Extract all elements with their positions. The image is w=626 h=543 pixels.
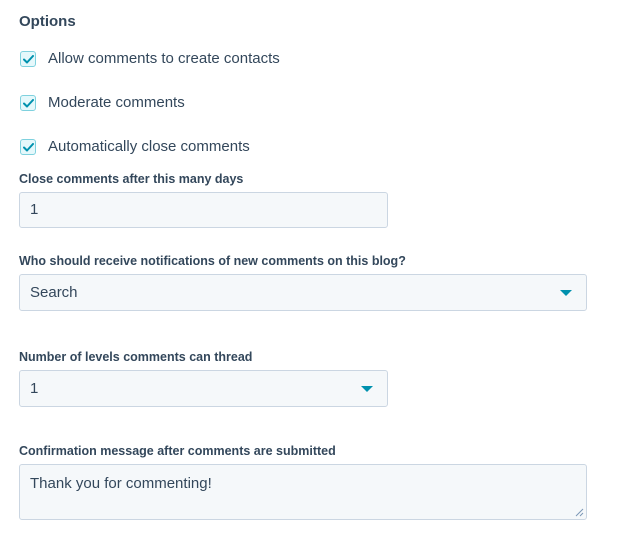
notifications-label: Who should receive notifications of new … xyxy=(19,254,406,268)
check-icon xyxy=(22,98,34,107)
checkbox-checked[interactable] xyxy=(20,95,36,111)
thread-levels-select[interactable]: 1 xyxy=(19,370,388,407)
options-heading: Options xyxy=(19,13,76,30)
confirmation-value: Thank you for commenting! xyxy=(30,475,212,492)
close-days-input[interactable]: 1 xyxy=(19,192,388,228)
checkbox-label: Allow comments to create contacts xyxy=(48,50,280,67)
caret-down-icon xyxy=(361,385,373,392)
close-days-value: 1 xyxy=(30,201,39,218)
thread-levels-label: Number of levels comments can thread xyxy=(19,350,253,364)
check-icon xyxy=(22,142,34,151)
notifications-select[interactable]: Search xyxy=(19,274,587,311)
checkbox-allow-comments-create-contacts[interactable]: Allow comments to create contacts xyxy=(20,49,280,69)
checkbox-automatically-close-comments[interactable]: Automatically close comments xyxy=(20,137,250,157)
confirmation-label: Confirmation message after comments are … xyxy=(19,444,336,458)
resize-handle-icon[interactable] xyxy=(575,508,584,517)
notifications-placeholder: Search xyxy=(30,283,78,301)
close-days-label: Close comments after this many days xyxy=(19,172,244,186)
caret-down-icon xyxy=(560,289,572,296)
confirmation-textarea[interactable]: Thank you for commenting! xyxy=(19,464,587,520)
checkbox-checked[interactable] xyxy=(20,51,36,67)
thread-levels-value: 1 xyxy=(30,379,39,397)
check-icon xyxy=(22,54,34,63)
checkbox-moderate-comments[interactable]: Moderate comments xyxy=(20,93,185,113)
checkbox-checked[interactable] xyxy=(20,139,36,155)
checkbox-label: Automatically close comments xyxy=(48,138,250,155)
checkbox-label: Moderate comments xyxy=(48,94,185,111)
